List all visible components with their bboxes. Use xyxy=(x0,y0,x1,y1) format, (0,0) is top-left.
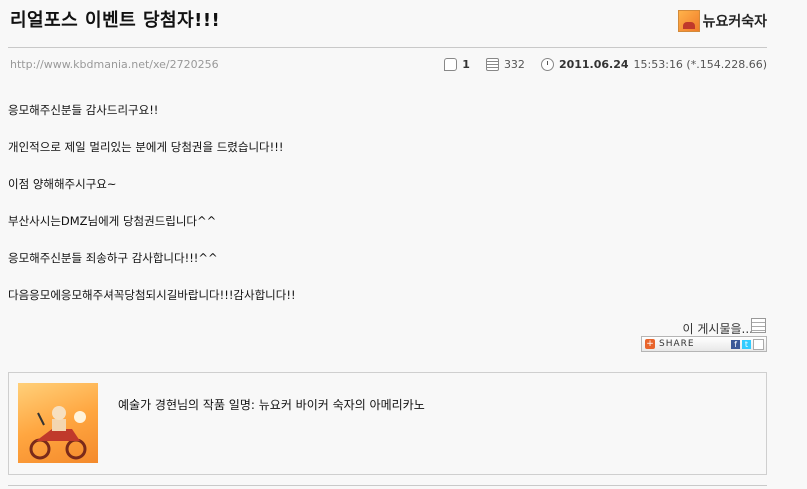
post-body: 응모해주신분들 감사드리구요!! 개인적으로 제일 멀리있는 분에게 당첨권을 … xyxy=(8,103,296,325)
share-label[interactable]: 이 게시물을... xyxy=(683,320,753,337)
header-divider xyxy=(8,47,767,48)
body-line: 이점 양해해주시구요~ xyxy=(8,177,117,191)
body-line: 다음응모에응모해주셔꼭당첨되시길바랍니다!!!감사합니다!! xyxy=(8,288,296,302)
post-date: 2011.06.24 xyxy=(558,58,629,71)
comment-count: 1 xyxy=(462,58,470,71)
body-line: 응모해주신분들 죄송하구 감사합니다!!!^^ xyxy=(8,251,218,265)
views-icon xyxy=(485,58,499,71)
body-line: 부산사시는DMZ님에게 당첨권드립니다^^ xyxy=(8,214,217,228)
clock-icon xyxy=(540,58,554,71)
twitter-icon[interactable]: t xyxy=(742,339,751,349)
signature-image xyxy=(18,383,98,463)
author-name[interactable]: 뉴요커숙자 xyxy=(703,11,767,31)
document-icon[interactable] xyxy=(751,318,766,333)
author-avatar xyxy=(677,10,700,32)
post-url[interactable]: http://www.kbdmania.net/xe/2720256 xyxy=(10,58,444,71)
more-icon[interactable] xyxy=(753,338,764,350)
bottom-divider xyxy=(8,485,767,486)
signature-text: 예술가 경현님의 작품 일명: 뉴요커 바이커 숙자의 아메리카노 xyxy=(118,398,425,412)
body-line: 응모해주신분들 감사드리구요!! xyxy=(8,103,159,117)
body-line: 개인적으로 제일 멀리있는 분에게 당첨권을 드렸습니다!!! xyxy=(8,140,284,154)
share-button[interactable]: + SHARE f t xyxy=(641,336,767,352)
post-meta: http://www.kbdmania.net/xe/2720256 1 332… xyxy=(10,58,767,71)
post-time: 15:53:16 (*.154.228.66) xyxy=(633,58,767,71)
post-title: 리얼포스 이벤트 당첨자!!! xyxy=(10,10,221,31)
signature-box: 예술가 경현님의 작품 일명: 뉴요커 바이커 숙자의 아메리카노 xyxy=(8,372,767,475)
share-button-label: SHARE xyxy=(659,339,695,349)
plus-icon: + xyxy=(645,339,655,349)
author-link[interactable]: 뉴요커숙자 xyxy=(677,10,767,32)
view-count: 332 xyxy=(503,58,525,71)
comment-icon xyxy=(444,58,458,71)
facebook-icon[interactable]: f xyxy=(731,339,740,349)
